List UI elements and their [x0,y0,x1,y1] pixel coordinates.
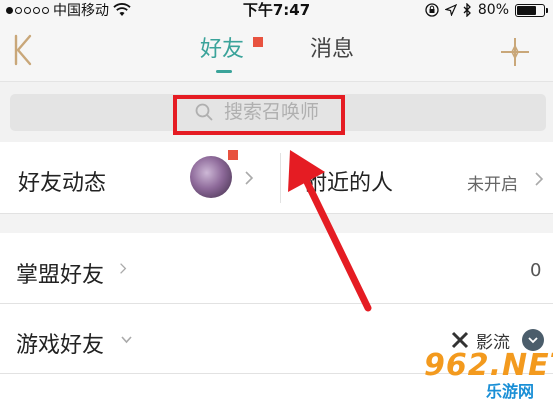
section-divider [0,213,553,214]
friend-feed-label[interactable]: 好友动态 [18,165,106,197]
back-chevron-icon[interactable] [12,32,42,68]
game-server-logo-icon [451,331,469,349]
watermark-subtitle: 乐游网 [486,382,535,401]
game-friends-chevron-down-icon[interactable] [120,335,133,344]
tab-messages[interactable]: 消息 [310,35,354,65]
league-friends-count: 0 [530,260,542,281]
league-friends-chevron-icon [120,263,127,274]
plus-icon[interactable] [499,36,531,68]
friend-feed-chevron-icon [245,171,254,185]
friend-feed-badge [228,150,238,160]
status-right: 80% [425,0,548,20]
tab-friends[interactable]: 好友 [200,35,244,65]
annotation-arrow-icon [288,150,372,312]
orientation-lock-icon [425,3,439,17]
league-friends-label[interactable]: 掌盟好友 [16,257,104,289]
nearby-chevron-icon [535,172,544,186]
nearby-status: 未开启 [467,175,518,195]
battery-icon [515,3,548,17]
search-highlight-box [173,95,345,135]
friends-tab-badge [253,37,263,47]
game-friends-label[interactable]: 游戏好友 [16,327,104,359]
bluetooth-icon [463,3,471,17]
battery-percent: 80% [477,2,509,18]
row-divider [0,303,553,304]
nav-bar: 好友 消息 [0,20,553,82]
avatar [190,156,232,198]
location-icon [444,4,457,16]
status-bar: 中国移动 下午7:47 80% [0,0,553,20]
active-tab-indicator [216,70,232,73]
section-gap [0,213,553,233]
